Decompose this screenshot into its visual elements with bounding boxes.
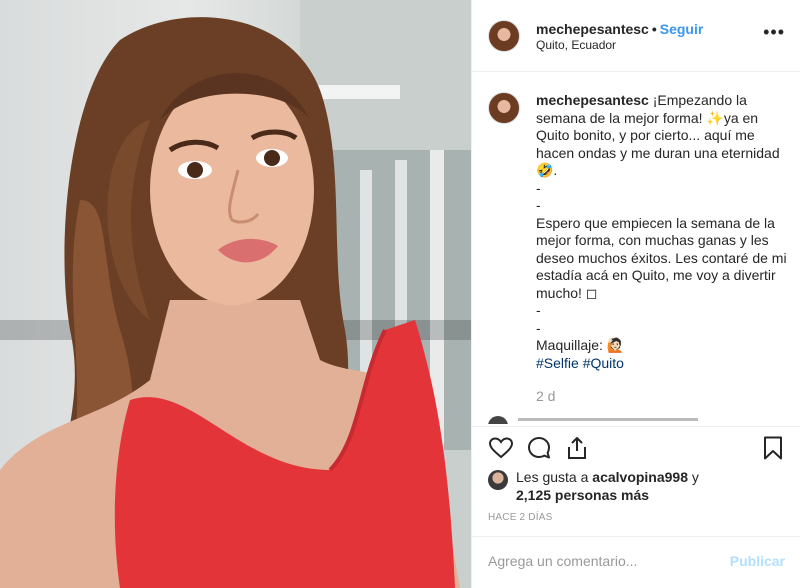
add-comment-bar: Agrega un comentario... Publicar	[472, 536, 800, 588]
bookmark-icon[interactable]	[760, 435, 786, 461]
comment-input[interactable]: Agrega un comentario...	[488, 553, 637, 569]
caption-hashtags[interactable]: #Selfie #Quito	[536, 355, 624, 371]
heart-icon[interactable]	[488, 435, 514, 461]
likes-count[interactable]: 2,125 personas más	[516, 487, 649, 503]
header-username[interactable]: mechepesantesc	[536, 21, 649, 37]
likes-prefix: Les gusta a	[516, 469, 593, 485]
caption-body: ¡Empezando la semana de la mejor forma! …	[536, 92, 787, 353]
post-side-panel: mechepesantesc • Seguir Quito, Ecuador •••…	[471, 0, 800, 588]
header-username-row: mechepesantesc • Seguir	[536, 21, 703, 37]
caption-text: mechepesantesc ¡Empezando la semana de l…	[536, 92, 788, 372]
instagram-post: mechepesantesc • Seguir Quito, Ecuador •••…	[0, 0, 800, 588]
liker-username[interactable]: acalvopina998	[592, 469, 688, 485]
publish-button[interactable]: Publicar	[730, 553, 785, 569]
post-timestamp[interactable]: HACE 2 DÍAS	[488, 512, 552, 523]
liker-avatar[interactable]	[488, 470, 508, 490]
selfie-photo-illustration	[0, 0, 471, 588]
post-location[interactable]: Quito, Ecuador	[536, 38, 616, 52]
more-options-icon[interactable]: •••	[763, 22, 785, 43]
next-comment-peek	[488, 414, 788, 424]
separator-dot: •	[651, 21, 657, 37]
user-avatar[interactable]	[488, 20, 520, 52]
post-photo[interactable]	[0, 0, 471, 588]
share-icon[interactable]	[564, 435, 590, 461]
likes-joiner: y	[688, 469, 699, 485]
caption-age: 2 d	[536, 388, 556, 404]
post-header: mechepesantesc • Seguir Quito, Ecuador •••	[472, 0, 800, 72]
likes-text: Les gusta a acalvopina998 y 2,125 person…	[516, 468, 796, 504]
caption-avatar[interactable]	[488, 92, 520, 124]
caption-username[interactable]: mechepesantesc	[536, 92, 649, 108]
follow-button[interactable]: Seguir	[660, 21, 704, 37]
comment-icon[interactable]	[526, 435, 552, 461]
action-bar	[472, 426, 800, 470]
